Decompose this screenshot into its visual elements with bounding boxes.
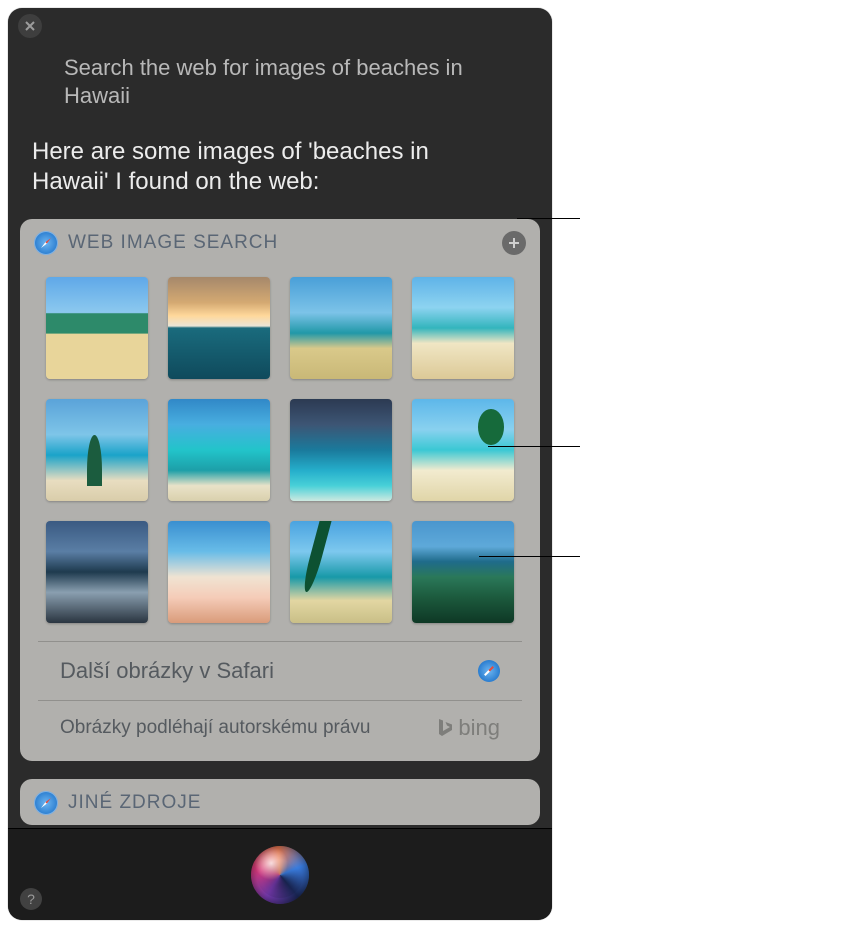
callout-line bbox=[488, 446, 580, 447]
safari-icon bbox=[34, 791, 58, 815]
web-image-search-card: WEB IMAGE SEARCH Další obrázky v Safari bbox=[20, 219, 540, 761]
image-result[interactable] bbox=[290, 521, 392, 623]
siri-activate-button[interactable] bbox=[251, 846, 309, 904]
image-result[interactable] bbox=[168, 277, 270, 379]
image-result[interactable] bbox=[412, 399, 514, 501]
other-sources-card[interactable]: JINÉ ZDROJE bbox=[20, 779, 540, 825]
image-result[interactable] bbox=[46, 277, 148, 379]
safari-icon bbox=[34, 231, 58, 255]
more-images-label: Další obrázky v Safari bbox=[60, 658, 478, 684]
user-query: Search the web for images of beaches in … bbox=[8, 8, 552, 109]
help-button[interactable]: ? bbox=[20, 888, 42, 910]
card-header: JINÉ ZDROJE bbox=[20, 779, 540, 825]
callout-line bbox=[479, 556, 580, 557]
plus-icon bbox=[507, 236, 521, 250]
card-header: WEB IMAGE SEARCH bbox=[20, 219, 540, 265]
image-result[interactable] bbox=[168, 521, 270, 623]
image-result[interactable] bbox=[412, 277, 514, 379]
close-icon bbox=[24, 20, 36, 32]
siri-response-text: Here are some images of 'beaches in Hawa… bbox=[8, 109, 552, 197]
callout-line bbox=[517, 218, 580, 219]
copyright-row: Obrázky podléhají autorskému právu bing bbox=[38, 700, 522, 761]
image-result[interactable] bbox=[46, 399, 148, 501]
close-button[interactable] bbox=[18, 14, 42, 38]
safari-icon bbox=[478, 660, 500, 682]
bing-icon bbox=[436, 717, 454, 739]
copyright-text: Obrázky podléhají autorskému právu bbox=[60, 717, 436, 739]
image-result[interactable] bbox=[412, 521, 514, 623]
siri-footer: ? bbox=[8, 828, 552, 920]
card-title: WEB IMAGE SEARCH bbox=[68, 232, 492, 254]
image-result[interactable] bbox=[290, 277, 392, 379]
siri-results-panel: Search the web for images of beaches in … bbox=[8, 8, 552, 920]
image-grid bbox=[20, 265, 540, 641]
add-to-notification-center-button[interactable] bbox=[502, 231, 526, 255]
provider-name: bing bbox=[458, 715, 500, 741]
provider-logo: bing bbox=[436, 715, 500, 741]
card-title: JINÉ ZDROJE bbox=[68, 792, 526, 814]
image-result[interactable] bbox=[46, 521, 148, 623]
image-result[interactable] bbox=[168, 399, 270, 501]
more-images-row[interactable]: Další obrázky v Safari bbox=[38, 641, 522, 700]
image-result[interactable] bbox=[290, 399, 392, 501]
